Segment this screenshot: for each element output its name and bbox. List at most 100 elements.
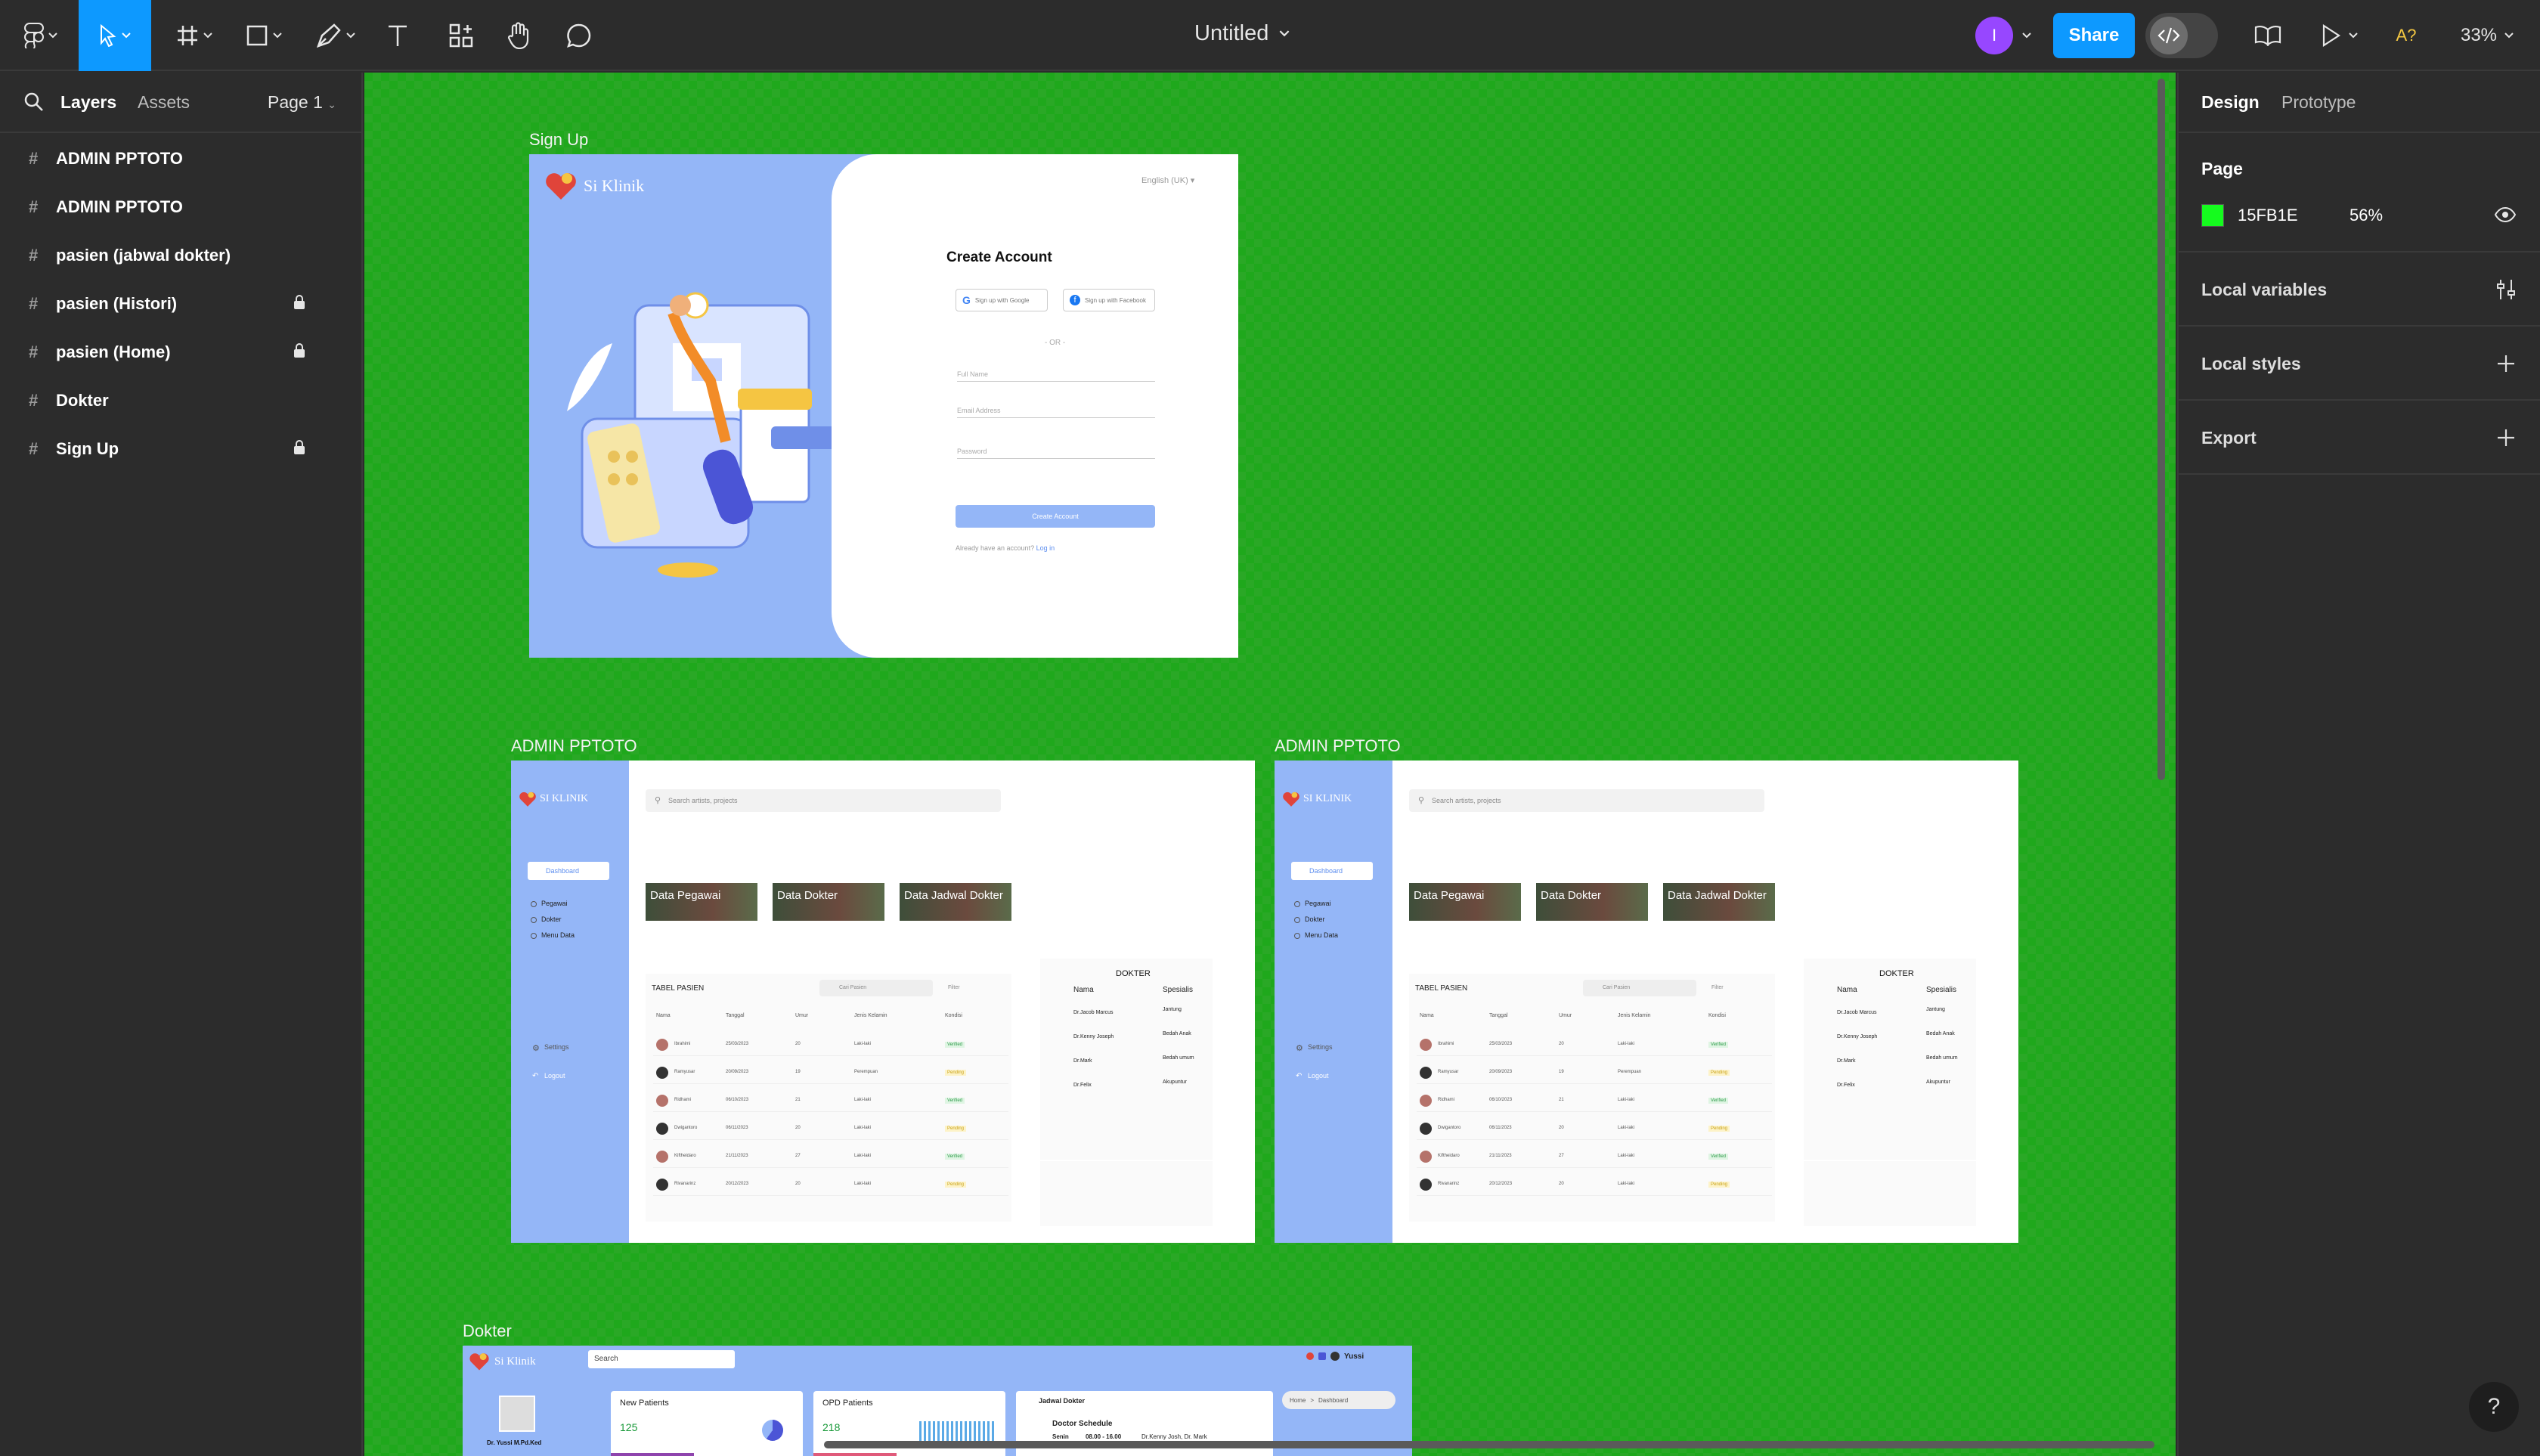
plus-icon[interactable] xyxy=(2496,354,2516,373)
layer-item[interactable]: # pasien (jabwal dokter) xyxy=(29,240,231,271)
nav-logout[interactable]: Logout xyxy=(1308,1072,1329,1080)
language-selector[interactable]: English (UK) ▾ xyxy=(1141,175,1194,185)
facebook-signup-button[interactable]: f Sign up with Facebook xyxy=(1063,289,1155,311)
frame-label-dokter[interactable]: Dokter xyxy=(463,1321,512,1341)
tab-prototype[interactable]: Prototype xyxy=(2281,92,2356,113)
library-button[interactable] xyxy=(2247,0,2289,71)
dokter-search-input[interactable]: Search xyxy=(588,1350,735,1368)
variables-icon[interactable] xyxy=(2496,278,2516,301)
data-card[interactable]: Data Dokter xyxy=(773,883,884,921)
google-signup-button[interactable]: G Sign up with Google xyxy=(956,289,1048,311)
layer-item[interactable]: # pasien (Home) xyxy=(29,337,305,367)
shape-tool-button[interactable] xyxy=(237,0,290,71)
layer-item[interactable]: # Dokter xyxy=(29,386,109,416)
tab-assets[interactable]: Assets xyxy=(138,92,190,113)
eye-icon[interactable] xyxy=(2495,207,2516,222)
page-color-swatch[interactable] xyxy=(2201,204,2224,227)
dev-mode-toggle[interactable] xyxy=(2145,13,2218,58)
nav-item[interactable]: Menu Data xyxy=(1305,931,1338,939)
page-color-hex[interactable]: 15FB1E xyxy=(2238,206,2298,225)
filter-button[interactable]: Filter xyxy=(948,985,960,990)
lock-icon[interactable] xyxy=(293,440,305,455)
file-title-button[interactable]: Untitled xyxy=(1194,21,1290,46)
nav-dashboard[interactable]: Dashboard xyxy=(1291,862,1373,880)
pen-tool-button[interactable] xyxy=(307,0,364,71)
nav-item-icon xyxy=(531,917,537,923)
comment-tool-button[interactable] xyxy=(559,0,599,71)
lock-icon[interactable] xyxy=(293,295,305,310)
breadcrumb-separator: > xyxy=(1310,1396,1315,1404)
nav-settings[interactable]: Settings xyxy=(1308,1043,1333,1051)
share-button[interactable]: Share xyxy=(2053,13,2135,58)
layer-item[interactable]: # pasien (Histori) xyxy=(29,289,305,319)
help-button[interactable]: ? xyxy=(2469,1382,2519,1432)
create-account-button[interactable]: Create Account xyxy=(956,505,1155,528)
admin-search-input[interactable]: Search artists, projects xyxy=(1409,789,1764,812)
signup-frame[interactable]: Si Klinik English (UK) ▾ Create Account xyxy=(529,154,1238,658)
frame-label-admin-1[interactable]: ADMIN PPTOTO xyxy=(511,736,637,756)
nav-logout[interactable]: Logout xyxy=(544,1072,565,1080)
canvas-horizontal-scrollbar[interactable] xyxy=(824,1441,2154,1448)
nav-item[interactable]: Dokter xyxy=(541,915,562,923)
admin-search-input[interactable]: Search artists, projects xyxy=(646,789,1001,812)
table-row-divider xyxy=(653,1195,1008,1196)
table-cell: 06/10/2023 xyxy=(1489,1098,1513,1102)
chevron-down-icon xyxy=(1279,30,1290,37)
multiplayer-button[interactable]: I xyxy=(1965,0,2041,71)
layer-item[interactable]: # ADMIN PPTOTO xyxy=(29,192,183,222)
nav-dashboard[interactable]: Dashboard xyxy=(528,862,609,880)
move-tool-button[interactable] xyxy=(79,0,151,71)
patient-search-input[interactable]: Cari Pasien xyxy=(1583,980,1696,996)
patient-search-input[interactable]: Cari Pasien xyxy=(819,980,933,996)
login-link[interactable]: Log in xyxy=(1036,544,1055,552)
zoom-menu[interactable]: 33% xyxy=(2449,0,2525,71)
email-field[interactable]: Email Address xyxy=(957,407,1155,418)
data-card[interactable]: Data Pegawai xyxy=(646,883,757,921)
page-selector[interactable]: Page 1 ⌄ xyxy=(268,92,336,113)
tab-layers[interactable]: Layers xyxy=(60,92,116,113)
data-card[interactable]: Data Dokter xyxy=(1536,883,1648,921)
dev-mode-knob xyxy=(2150,17,2188,54)
hand-tool-button[interactable] xyxy=(499,0,538,71)
layer-item[interactable]: # ADMIN PPTOTO xyxy=(29,144,183,174)
canvas-vertical-scrollbar[interactable] xyxy=(2157,79,2165,780)
export-section[interactable]: Export xyxy=(2179,401,2540,475)
local-styles-section[interactable]: Local styles xyxy=(2179,327,2540,401)
resources-tool-button[interactable] xyxy=(438,0,484,71)
table-row-divider xyxy=(1417,1111,1772,1112)
local-variables-section[interactable]: Local variables xyxy=(2179,252,2540,327)
dokter-topbar-user[interactable]: Yussi xyxy=(1306,1352,1364,1361)
canvas[interactable]: Sign Up Si Klinik English (UK) ▾ Create … xyxy=(364,73,2176,1456)
frame-label-signup[interactable]: Sign Up xyxy=(529,130,588,150)
present-button[interactable] xyxy=(2313,0,2366,71)
layer-item[interactable]: # Sign Up xyxy=(29,434,305,464)
tab-design[interactable]: Design xyxy=(2201,92,2260,113)
dokter-frame[interactable]: Si Klinik Search Yussi Dr. Yussi M.Pd.Ke… xyxy=(463,1346,1412,1456)
full-name-field[interactable]: Full Name xyxy=(957,370,1155,382)
data-card[interactable]: Data Pegawai xyxy=(1409,883,1521,921)
admin-frame-2[interactable]: SI KLINIK Dashboard Pegawai Dokter Menu Data… xyxy=(1275,761,2018,1243)
frame-tool-button[interactable] xyxy=(168,0,221,71)
main-menu-button[interactable] xyxy=(18,0,64,71)
filter-button[interactable]: Filter xyxy=(1711,985,1724,990)
page-color-opacity[interactable]: 56% xyxy=(2350,206,2383,225)
nav-item[interactable]: Pegawai xyxy=(541,900,568,907)
admin-frame-1[interactable]: SI KLINIK Dashboard Pegawai Dokter Menu Data… xyxy=(511,761,1255,1243)
nav-settings[interactable]: Settings xyxy=(544,1043,569,1051)
frame-label-admin-2[interactable]: ADMIN PPTOTO xyxy=(1275,736,1401,756)
data-card[interactable]: Data Jadwal Dokter xyxy=(1663,883,1775,921)
breadcrumb[interactable]: Home > Dashboard xyxy=(1282,1391,1395,1409)
breadcrumb-home[interactable]: Home xyxy=(1290,1397,1306,1404)
table-row-divider xyxy=(1417,1083,1772,1084)
password-field[interactable]: Password xyxy=(957,448,1155,459)
search-icon[interactable] xyxy=(24,92,44,112)
data-card[interactable]: Data Jadwal Dokter xyxy=(900,883,1011,921)
plus-icon[interactable] xyxy=(2496,428,2516,448)
nav-item[interactable]: Menu Data xyxy=(541,931,575,939)
lock-icon[interactable] xyxy=(293,343,305,358)
missing-fonts-indicator[interactable]: A? xyxy=(2389,0,2424,71)
nav-item[interactable]: Pegawai xyxy=(1305,900,1331,907)
doctor-column-header: Spesialis xyxy=(1926,986,1957,994)
nav-item[interactable]: Dokter xyxy=(1305,915,1325,923)
text-tool-button[interactable] xyxy=(378,0,417,71)
